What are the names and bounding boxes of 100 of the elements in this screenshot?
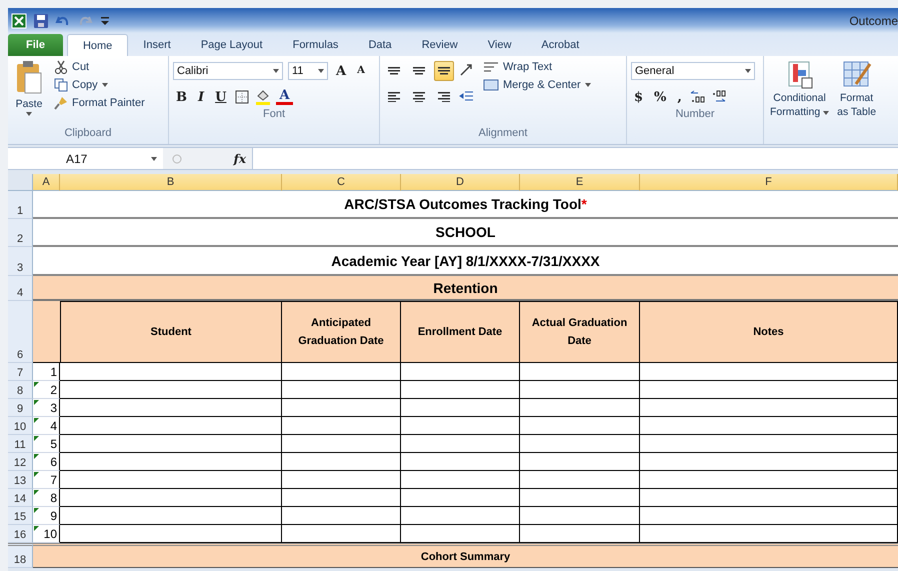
table-cell[interactable] xyxy=(282,363,401,381)
table-cell[interactable] xyxy=(282,471,401,489)
table-cell[interactable] xyxy=(640,471,898,489)
column-header[interactable]: C xyxy=(282,174,401,191)
font-name-field[interactable]: Calibri xyxy=(173,62,283,80)
table-cell[interactable] xyxy=(520,471,640,489)
shrink-font-button[interactable]: A xyxy=(354,66,368,76)
table-cell[interactable] xyxy=(282,417,401,435)
table-cell[interactable] xyxy=(60,507,282,525)
row-header[interactable]: 10 xyxy=(8,417,33,435)
row-header[interactable]: 6 xyxy=(8,301,33,363)
table-cell[interactable] xyxy=(60,453,282,471)
row-header[interactable]: 14 xyxy=(8,489,33,507)
table-cell[interactable] xyxy=(401,471,520,489)
table-cell[interactable] xyxy=(60,471,282,489)
ribbon-tab[interactable]: Formulas xyxy=(278,34,354,56)
column-header[interactable]: F xyxy=(640,174,898,191)
table-cell[interactable] xyxy=(401,489,520,507)
table-cell[interactable] xyxy=(282,489,401,507)
font-size-field[interactable]: 11 xyxy=(288,62,328,80)
percent-button[interactable]: % xyxy=(651,90,670,104)
table-cell[interactable] xyxy=(520,453,640,471)
table-cell[interactable] xyxy=(640,453,898,471)
comma-button[interactable]: , xyxy=(674,90,685,104)
underline-button[interactable]: U xyxy=(212,90,230,104)
table-cell[interactable] xyxy=(282,435,401,453)
table-cell[interactable] xyxy=(520,363,640,381)
table-cell[interactable] xyxy=(640,489,898,507)
table-cell[interactable] xyxy=(60,381,282,399)
ribbon-tab[interactable]: Acrobat xyxy=(526,34,594,56)
wrap-text-button[interactable]: Wrap Text xyxy=(481,60,593,74)
table-cell[interactable] xyxy=(640,435,898,453)
table-cell[interactable] xyxy=(640,381,898,399)
row-header[interactable]: 1 xyxy=(8,191,33,219)
table-cell[interactable] xyxy=(640,507,898,525)
row-header[interactable]: 7 xyxy=(8,363,33,381)
font-color-button[interactable]: A xyxy=(276,89,293,105)
table-cell[interactable] xyxy=(401,453,520,471)
row-header[interactable]: 9 xyxy=(8,399,33,417)
table-cell[interactable] xyxy=(520,489,640,507)
row-header[interactable]: 12 xyxy=(8,453,33,471)
paste-button[interactable]: Paste xyxy=(12,60,46,127)
table-cell[interactable] xyxy=(520,507,640,525)
table-cell[interactable] xyxy=(520,399,640,417)
insert-function-button[interactable]: fx xyxy=(234,152,246,166)
table-cell[interactable] xyxy=(640,363,898,381)
table-cell[interactable] xyxy=(401,435,520,453)
name-box[interactable]: A17 xyxy=(8,148,163,169)
format-as-table-button[interactable]: Format as Table xyxy=(835,60,878,144)
column-header[interactable]: B xyxy=(60,174,282,191)
table-cell[interactable] xyxy=(640,417,898,435)
table-cell[interactable] xyxy=(520,381,640,399)
table-cell[interactable] xyxy=(282,399,401,417)
table-cell[interactable] xyxy=(401,363,520,381)
row-header[interactable]: 2 xyxy=(8,219,33,247)
row-header[interactable]: 16 xyxy=(8,525,33,543)
row-header[interactable]: 3 xyxy=(8,247,33,276)
table-cell[interactable] xyxy=(401,399,520,417)
row-header[interactable]: 8 xyxy=(8,381,33,399)
number-format-field[interactable]: General xyxy=(631,62,755,80)
table-cell[interactable] xyxy=(60,363,282,381)
column-header[interactable]: E xyxy=(520,174,640,191)
ribbon-tab[interactable]: View xyxy=(472,34,526,56)
table-cell[interactable] xyxy=(401,417,520,435)
ribbon-tab[interactable]: Home xyxy=(66,34,128,56)
table-cell[interactable] xyxy=(60,417,282,435)
file-tab[interactable]: File xyxy=(8,34,63,56)
italic-button[interactable]: I xyxy=(195,90,208,104)
table-cell[interactable] xyxy=(282,381,401,399)
table-cell[interactable] xyxy=(60,435,282,453)
table-cell[interactable] xyxy=(520,417,640,435)
column-header[interactable]: A xyxy=(33,174,60,191)
table-cell[interactable] xyxy=(282,453,401,471)
ribbon-tab[interactable]: Insert xyxy=(128,34,186,56)
conditional-formatting-button[interactable]: Conditional Formatting xyxy=(768,60,832,144)
row-header[interactable]: 18 xyxy=(8,543,33,568)
table-cell[interactable] xyxy=(520,435,640,453)
align-bottom-button[interactable] xyxy=(434,61,454,81)
currency-button[interactable]: $ xyxy=(631,90,646,104)
ribbon-tab[interactable]: Data xyxy=(353,34,407,56)
table-cell[interactable] xyxy=(640,399,898,417)
grow-font-button[interactable]: A xyxy=(333,64,350,78)
row-header[interactable]: 11 xyxy=(8,435,33,453)
table-cell[interactable] xyxy=(282,507,401,525)
table-cell[interactable] xyxy=(60,399,282,417)
table-cell[interactable] xyxy=(401,507,520,525)
row-header[interactable]: 13 xyxy=(8,471,33,489)
ribbon-tab[interactable]: Page Layout xyxy=(186,34,278,56)
table-cell[interactable] xyxy=(60,489,282,507)
caret-icon xyxy=(318,69,324,73)
merge-center-button[interactable]: Merge & Center xyxy=(481,78,593,92)
ribbon-tab[interactable]: Review xyxy=(406,34,473,56)
format-painter-button[interactable]: Format Painter xyxy=(52,96,147,110)
bold-button[interactable]: B xyxy=(173,90,190,104)
cut-button[interactable]: Cut xyxy=(52,60,147,74)
column-header[interactable]: D xyxy=(401,174,520,191)
copy-button[interactable]: Copy xyxy=(52,78,147,92)
row-header[interactable]: 4 xyxy=(8,276,33,301)
row-header[interactable]: 15 xyxy=(8,507,33,525)
table-cell[interactable] xyxy=(401,381,520,399)
